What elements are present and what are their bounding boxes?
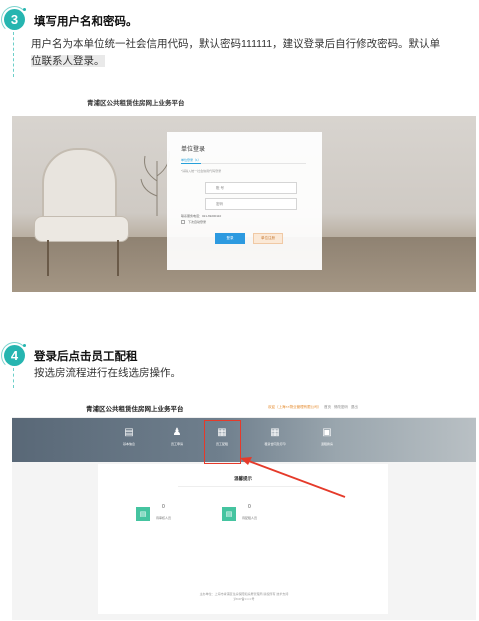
login-hint: *请输入统一社会信用代码登录: [181, 169, 222, 173]
step-3-title: 填写用户名和密码。: [34, 16, 138, 28]
badge-dot: [23, 344, 26, 347]
logout-link[interactable]: 退出: [351, 405, 358, 409]
step-3-description: 用户名为本单位统一社会信用代码，默认密码111111，建议登录后自行修改密码。默…: [31, 38, 441, 67]
nav-banner: ▤ 基本信息 ♟ 员工申请 ▦ 员工配租 ▦ 租赁合同及打印 ▣ 退租换房: [12, 418, 476, 462]
badge-dot: [23, 8, 26, 11]
document-icon: ▤: [124, 427, 134, 438]
tab-unit-login[interactable]: 单位登录（1）: [181, 158, 201, 162]
login-card: 单位登录 单位登录（1） *请输入统一社会信用代码登录 账 号 密码 联系服务电…: [167, 132, 322, 270]
screenshot-1-caption: 青浦区公共租赁住房网上业务平台: [87, 100, 185, 107]
platform-title: 青浦区公共租赁住房网上业务平台: [86, 406, 184, 413]
dashboard-screenshot: 青浦区公共租赁住房网上业务平台 欢迎（上海××物业管理有限公司） 首页 修改密码…: [12, 394, 476, 620]
remember-label: 下次自动登录: [188, 220, 207, 224]
step-3-guide-line: [13, 32, 14, 77]
register-button[interactable]: 单位注册: [253, 233, 283, 244]
step-4-description: 按选房流程进行在线选房操作。: [34, 367, 181, 379]
login-screenshot: 单位登录 单位登录（1） *请输入统一社会信用代码登录 账 号 密码 联系服务电…: [12, 116, 476, 292]
step-3-badge: 3: [1, 6, 28, 33]
pending-rental-label: 待配租人员: [242, 516, 258, 520]
highlight-box: [204, 420, 241, 464]
remember-checkbox[interactable]: [181, 220, 185, 224]
nav-checkout[interactable]: ▣ 退租换房: [307, 427, 347, 457]
calendar-icon: ▦: [270, 427, 280, 438]
divider: [178, 486, 308, 487]
nav-basic-info[interactable]: ▤ 基本信息: [109, 427, 149, 457]
top-bar: 青浦区公共租赁住房网上业务平台 欢迎（上海××物业管理有限公司） 首页 修改密码…: [12, 394, 476, 418]
chair-leg: [117, 240, 119, 276]
pending-review-card[interactable]: ▤: [136, 507, 150, 521]
change-password-link[interactable]: 修改密码: [334, 405, 348, 409]
pending-review-count: 0: [162, 504, 165, 510]
pending-rental-count: 0: [248, 504, 251, 510]
footer: 主办单位：上海市青浦区住房保障和房屋管理局 版权所有 技术支持 沪ICP备×××…: [199, 592, 289, 601]
nav-lease-contract[interactable]: ▦ 租赁合同及打印: [255, 427, 295, 457]
step-4-title: 登录后点击员工配租: [34, 351, 138, 363]
username-input[interactable]: 账 号: [205, 182, 297, 194]
user-add-icon: ♟: [172, 427, 182, 438]
step-4-badge: 4: [1, 342, 28, 369]
panel-title: 温馨提示: [234, 476, 252, 481]
login-card-title: 单位登录: [181, 147, 206, 153]
login-button[interactable]: 登录: [215, 233, 245, 244]
welcome-text: 欢迎（上海××物业管理有限公司）: [268, 405, 322, 409]
id-card-icon: ▣: [322, 427, 332, 438]
tab-underline: [181, 163, 201, 164]
armchair-seat: [34, 216, 129, 242]
phone-line: 联系服务电话：021-69200110: [181, 214, 222, 218]
step-4-guide-line: [13, 368, 14, 388]
pending-rental-card[interactable]: ▤: [222, 507, 236, 521]
pending-review-label: 待审核人员: [156, 516, 172, 520]
home-link[interactable]: 首页: [324, 405, 331, 409]
chair-leg: [47, 240, 49, 276]
nav-employee-apply[interactable]: ♟ 员工申请: [157, 427, 197, 457]
top-bar-links: 欢迎（上海××物业管理有限公司） 首页 修改密码 退出: [268, 405, 358, 410]
password-input[interactable]: 密码: [205, 198, 297, 210]
